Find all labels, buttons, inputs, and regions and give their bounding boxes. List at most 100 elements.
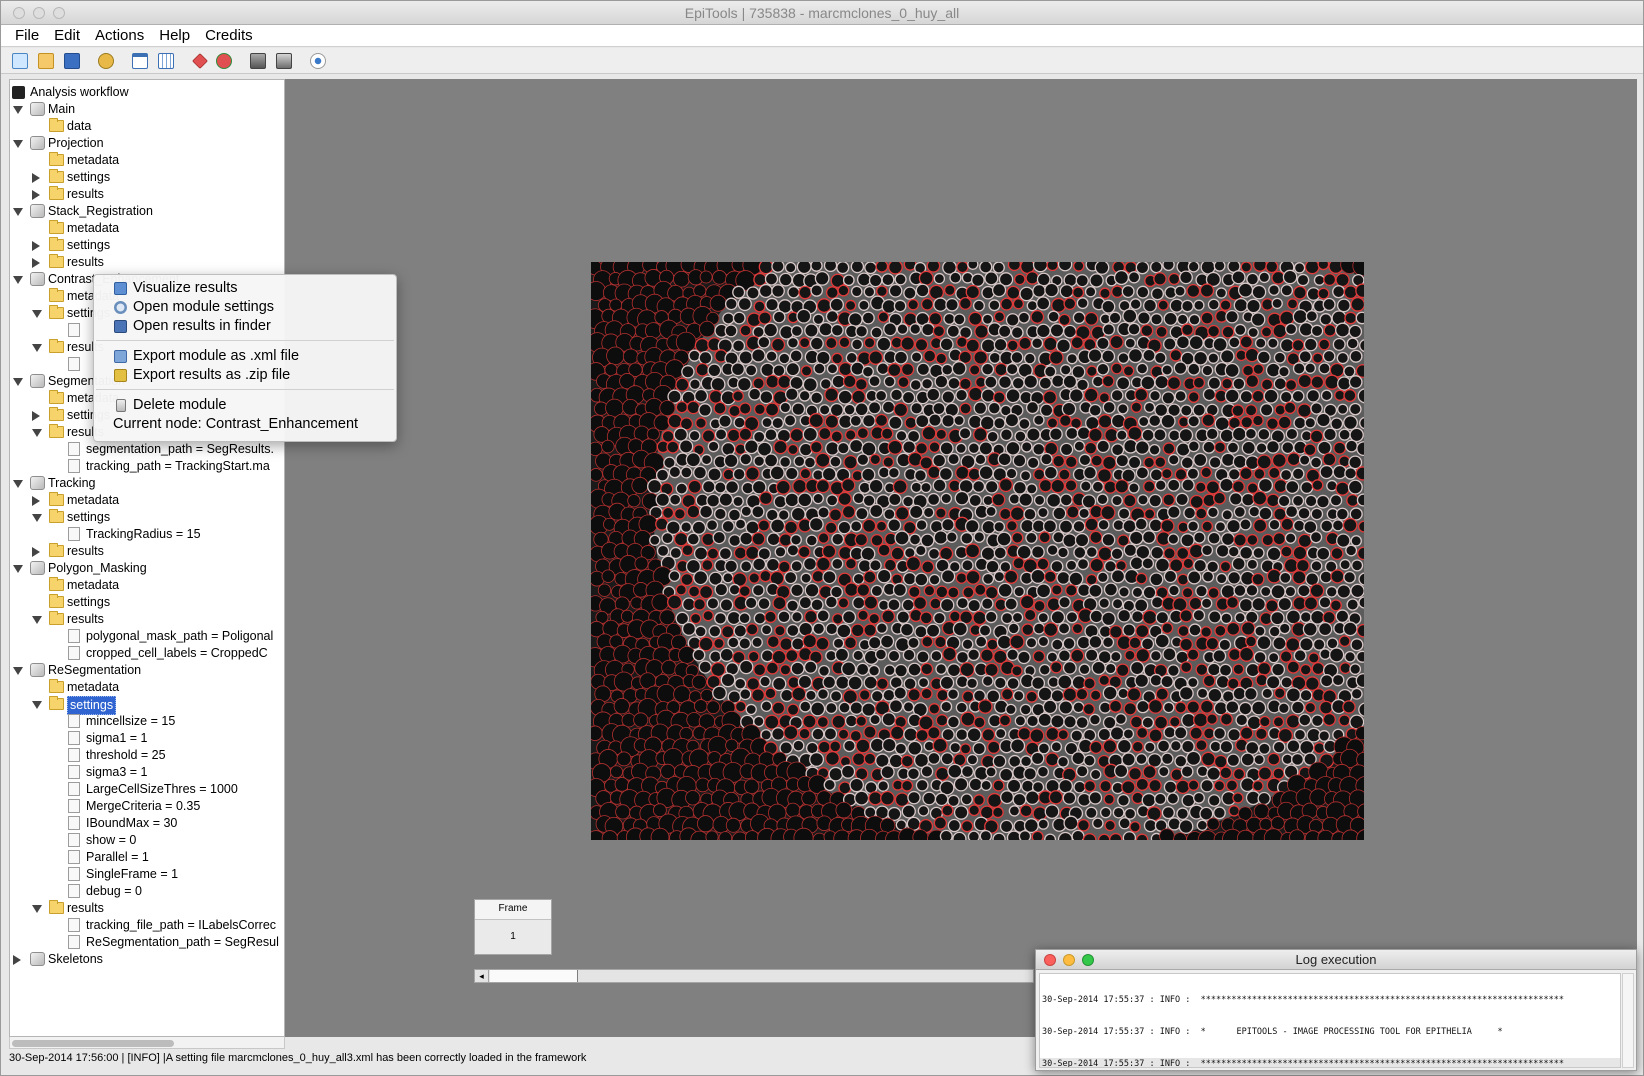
tree-root[interactable]: Analysis workflow <box>10 84 284 101</box>
menu-file[interactable]: File <box>7 25 46 47</box>
log-vertical-scrollbar[interactable] <box>1622 973 1634 1068</box>
expanded-triangle-icon[interactable] <box>32 344 42 352</box>
expanded-triangle-icon[interactable] <box>32 310 42 318</box>
tree-node[interactable]: settings <box>10 594 284 611</box>
expanded-triangle-icon[interactable] <box>32 701 42 709</box>
tree-node[interactable]: results <box>10 186 284 203</box>
eye-icon[interactable] <box>310 53 326 69</box>
menu-item-open-finder[interactable]: Open results in finder <box>94 317 396 336</box>
tree-node[interactable]: show = 0 <box>10 832 284 849</box>
tree-node[interactable]: metadata <box>10 577 284 594</box>
tree-node[interactable]: polygonal_mask_path = Poligonal <box>10 628 284 645</box>
tree-node[interactable]: tracking_file_path = ILabelsCorrec <box>10 917 284 934</box>
expanded-triangle-icon[interactable] <box>32 514 42 522</box>
collapsed-triangle-icon[interactable] <box>32 190 40 200</box>
expanded-triangle-icon[interactable] <box>13 667 23 675</box>
tree-node[interactable]: cropped_cell_labels = CroppedC <box>10 645 284 662</box>
expanded-triangle-icon[interactable] <box>32 905 42 913</box>
tree-node[interactable]: results <box>10 900 284 917</box>
tree-node[interactable]: results <box>10 543 284 560</box>
slider-thumb[interactable] <box>490 970 578 982</box>
collapsed-triangle-icon[interactable] <box>32 258 40 268</box>
tree-node[interactable]: metadata <box>10 679 284 696</box>
expanded-triangle-icon[interactable] <box>13 378 23 386</box>
zoom-log-icon[interactable] <box>1082 954 1094 966</box>
tree-node[interactable]: ReSegmentation_path = SegResul <box>10 934 284 951</box>
tree-node[interactable]: segmentation_path = SegResults. <box>10 441 284 458</box>
zoom-window-icon[interactable] <box>53 7 65 19</box>
menu-item-export-zip[interactable]: Export results as .zip file <box>94 366 396 385</box>
tree-node[interactable]: settings <box>10 169 284 186</box>
tree-node[interactable]: Stack_Registration <box>10 203 284 220</box>
tree-node[interactable]: results <box>10 254 284 271</box>
new-file-icon[interactable] <box>12 53 28 69</box>
table-icon[interactable] <box>158 53 174 69</box>
tree-node[interactable]: Parallel = 1 <box>10 849 284 866</box>
expanded-triangle-icon[interactable] <box>32 616 42 624</box>
collapsed-triangle-icon[interactable] <box>13 955 21 965</box>
tree-node[interactable]: ReSegmentation <box>10 662 284 679</box>
tree-node[interactable]: debug = 0 <box>10 883 284 900</box>
tree-node[interactable]: mincellsize = 15 <box>10 713 284 730</box>
add-module-icon[interactable] <box>98 53 114 69</box>
minimize-window-icon[interactable] <box>33 7 45 19</box>
tree-node[interactable]: Skeletons <box>10 951 284 968</box>
collapsed-triangle-icon[interactable] <box>32 547 40 557</box>
window-icon[interactable] <box>132 53 148 69</box>
tree-node[interactable]: metadata <box>10 220 284 237</box>
expanded-triangle-icon[interactable] <box>13 106 23 114</box>
expanded-triangle-icon[interactable] <box>13 480 23 488</box>
tree-node[interactable]: settings <box>10 237 284 254</box>
scroll-left-icon[interactable]: ◂ <box>475 970 489 982</box>
expanded-triangle-icon[interactable] <box>13 140 23 148</box>
close-window-icon[interactable] <box>13 7 25 19</box>
tree-node[interactable]: LargeCellSizeThres = 1000 <box>10 781 284 798</box>
tree-horizontal-scrollbar[interactable] <box>9 1037 285 1049</box>
menu-item-export-xml[interactable]: Export module as .xml file <box>94 347 396 366</box>
menu-help[interactable]: Help <box>151 25 197 47</box>
tree-node[interactable]: settings <box>10 509 284 526</box>
save-icon[interactable] <box>64 53 80 69</box>
collapsed-triangle-icon[interactable] <box>32 241 40 251</box>
tree-node[interactable]: metadata <box>10 492 284 509</box>
remove-icon[interactable] <box>192 53 208 69</box>
scroll-thumb[interactable] <box>12 1040 174 1047</box>
menu-credits[interactable]: Credits <box>197 25 260 47</box>
tree-node[interactable]: sigma1 = 1 <box>10 730 284 747</box>
collapsed-triangle-icon[interactable] <box>32 496 40 506</box>
menu-item-open-settings[interactable]: Open module settings <box>94 298 396 317</box>
tree-node[interactable]: tracking_path = TrackingStart.ma <box>10 458 284 475</box>
workflow-tree[interactable]: Analysis workflow Main data Projection metad… <box>9 79 285 1037</box>
frame-slider[interactable]: ◂ <box>474 969 1034 983</box>
tree-node[interactable]: threshold = 25 <box>10 747 284 764</box>
open-folder-icon[interactable] <box>38 53 54 69</box>
add-check-icon[interactable] <box>216 53 232 69</box>
tree-node[interactable]: MergeCriteria = 0.35 <box>10 798 284 815</box>
server-icon[interactable] <box>250 53 266 69</box>
expanded-triangle-icon[interactable] <box>32 429 42 437</box>
collapsed-triangle-icon[interactable] <box>32 173 40 183</box>
tree-node[interactable]: TrackingRadius = 15 <box>10 526 284 543</box>
tree-node[interactable]: IBoundMax = 30 <box>10 815 284 832</box>
menu-item-delete-module[interactable]: Delete module <box>94 396 396 415</box>
menu-item-visualize-results[interactable]: Visualize results <box>94 279 396 298</box>
expanded-triangle-icon[interactable] <box>13 565 23 573</box>
tree-node[interactable]: settings <box>10 696 284 715</box>
tree-node[interactable]: Polygon_Masking <box>10 560 284 577</box>
minimize-log-icon[interactable] <box>1063 954 1075 966</box>
tree-node[interactable]: sigma3 = 1 <box>10 764 284 781</box>
expanded-triangle-icon[interactable] <box>13 208 23 216</box>
tree-node[interactable]: Tracking <box>10 475 284 492</box>
tree-node[interactable]: SingleFrame = 1 <box>10 866 284 883</box>
export-icon[interactable] <box>276 53 292 69</box>
expanded-triangle-icon[interactable] <box>13 276 23 284</box>
tree-node[interactable]: Main <box>10 101 284 118</box>
close-log-icon[interactable] <box>1044 954 1056 966</box>
tree-node[interactable]: Projection <box>10 135 284 152</box>
collapsed-triangle-icon[interactable] <box>32 411 40 421</box>
menu-edit[interactable]: Edit <box>46 25 87 47</box>
tree-node[interactable]: data <box>10 118 284 135</box>
tree-node[interactable]: metadata <box>10 152 284 169</box>
tree-node[interactable]: results <box>10 611 284 628</box>
menu-actions[interactable]: Actions <box>87 25 151 47</box>
